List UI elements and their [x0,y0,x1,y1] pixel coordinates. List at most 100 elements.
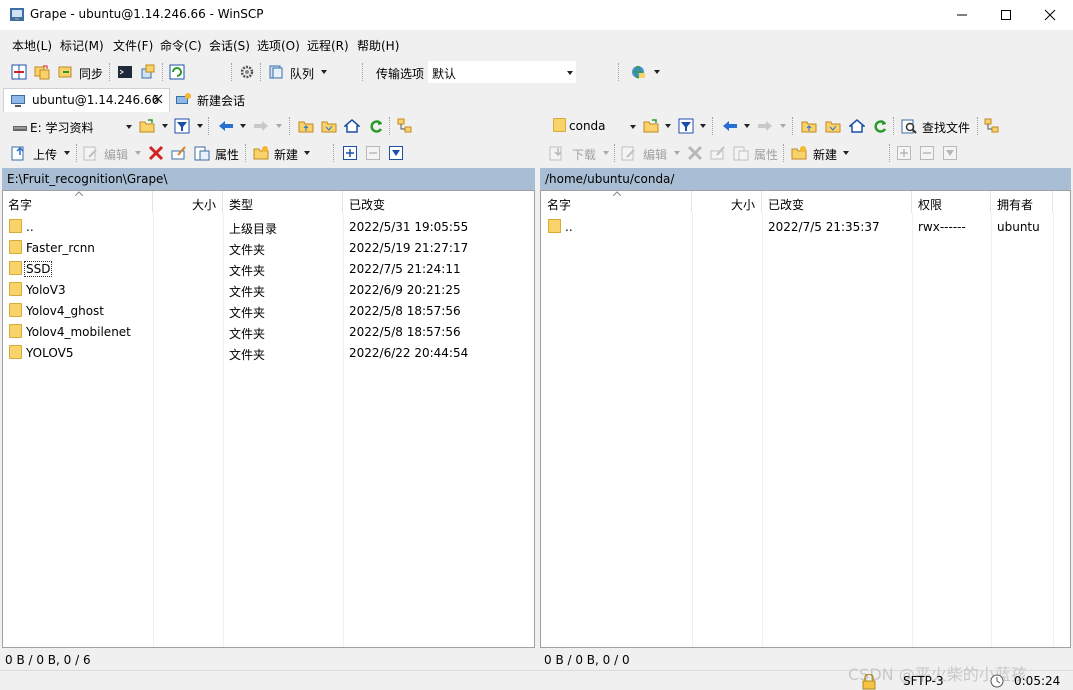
open-folder-caret[interactable] [162,124,168,128]
close-tab-icon[interactable] [153,94,163,104]
menu-local[interactable]: 本地(L) [12,37,52,54]
upload-icon[interactable] [11,145,27,161]
remote-col-changed[interactable]: 已改变 [762,191,912,213]
rename-icon[interactable] [171,145,187,161]
local-col-type[interactable]: 类型 [223,191,343,213]
local-file-toolbar: 上传 编辑 属性 新建 [0,140,536,166]
terminal-icon[interactable] [117,64,133,80]
back-arrow-icon[interactable] [722,118,738,134]
menu-mark[interactable]: 标记(M) [60,37,104,54]
remote-col-owner[interactable]: 拥有者 [991,191,1053,213]
file-type: 文件夹 [229,348,266,362]
file-name: Yolov4_ghost [26,304,105,318]
new-window-icon[interactable] [169,64,185,80]
table-row[interactable]: Yolov4_ghost 文件夹 2022/5/8 18:57:56 [3,300,534,321]
parent-directory-icon[interactable] [801,118,817,134]
find-files-label[interactable]: 查找文件 [922,119,970,136]
local-path-bar[interactable]: E:\Fruit_recognition\Grape\ [2,168,535,190]
open-folder-caret[interactable] [665,124,671,128]
root-directory-icon[interactable] [321,118,337,134]
tab-session-ubuntu[interactable]: ubuntu@1.14.246.66 [3,88,170,112]
back-caret[interactable] [744,124,750,128]
refresh-icon[interactable] [368,118,384,134]
synchronize-label[interactable]: 同步 [79,65,103,82]
local-col-changed[interactable]: 已改变 [343,191,534,213]
column-divider [1053,213,1054,647]
separator [260,63,262,81]
find-files-icon[interactable] [901,118,917,134]
remote-col-rights[interactable]: 权限 [912,191,991,213]
putty-icon[interactable] [140,64,156,80]
table-row[interactable]: Faster_rcnn 文件夹 2022/5/19 21:27:17 [3,237,534,258]
parent-directory-icon[interactable] [298,118,314,134]
winscp-app-icon [10,8,24,21]
remote-file-panel[interactable]: 名字 大小 已改变 权限 拥有者 .. 2022/7/5 21:35:37 rw… [540,190,1071,648]
properties-icon[interactable] [194,145,210,161]
close-button[interactable] [1027,0,1073,30]
home-icon[interactable] [344,118,360,134]
maximize-button[interactable] [983,0,1029,30]
network-dropdown-caret[interactable] [654,70,660,74]
preferences-gear-icon[interactable] [239,64,255,80]
open-folder-icon[interactable] [139,118,155,134]
filter-caret[interactable] [197,124,203,128]
table-row[interactable]: YoloV3 文件夹 2022/6/9 20:21:25 [3,279,534,300]
tab-new-session[interactable]: 新建会话 [170,88,255,112]
open-folder-icon[interactable] [643,118,659,134]
queue-dropdown-caret[interactable] [321,70,327,74]
new-label[interactable]: 新建 [813,146,837,163]
synchronize-icon[interactable] [58,64,74,80]
compare-directories-icon[interactable] [11,64,27,80]
local-file-panel[interactable]: 名字 大小 类型 已改变 .. 上级目录 2022/5/31 19:05:55 … [2,190,535,648]
back-caret[interactable] [240,124,246,128]
local-drive-select[interactable]: E: 学习资料 [8,115,134,137]
transfer-preset-select[interactable]: 默认 [428,61,576,83]
new-label[interactable]: 新建 [274,146,298,163]
refresh-icon[interactable] [872,118,888,134]
network-globe-icon[interactable] [630,64,646,80]
filter-select-icon[interactable] [388,145,404,161]
filter-icon[interactable] [678,118,694,134]
menu-bar: 本地(L) 标记(M) 文件(F) 命令(C) 会话(S) 选项(O) 远程(R… [0,30,1073,58]
local-col-size[interactable]: 大小 [153,191,223,213]
upload-caret[interactable] [64,151,70,155]
remote-path-bar[interactable]: /home/ubuntu/conda/ [540,168,1071,190]
local-col-name[interactable]: 名字 [3,191,153,213]
minimize-button[interactable] [939,0,985,30]
root-directory-icon[interactable] [825,118,841,134]
remote-folder-select[interactable]: conda [548,115,640,137]
menu-remote[interactable]: 远程(R) [307,37,349,54]
menu-commands[interactable]: 命令(C) [160,37,202,54]
new-caret[interactable] [843,151,849,155]
synchronize-browsing-icon[interactable] [34,64,50,80]
new-folder-icon[interactable] [253,145,269,161]
select-all-plus-icon[interactable] [342,145,358,161]
menu-options[interactable]: 选项(O) [257,37,300,54]
timer-icon [990,674,1004,688]
back-arrow-icon[interactable] [218,118,234,134]
filter-caret[interactable] [700,124,706,128]
delete-x-icon[interactable] [148,145,164,161]
menu-help[interactable]: 帮助(H) [357,37,399,54]
menu-file[interactable]: 文件(F) [113,37,153,54]
filter-icon[interactable] [174,118,190,134]
find-tree-icon[interactable] [397,118,413,134]
upload-label[interactable]: 上传 [33,146,57,163]
new-folder-icon[interactable] [791,145,807,161]
menu-session[interactable]: 会话(S) [209,37,250,54]
table-row[interactable]: YOLOV5 文件夹 2022/6/22 20:44:54 [3,342,534,363]
find-tree-icon[interactable] [984,118,1000,134]
home-icon[interactable] [849,118,865,134]
table-row[interactable]: SSD 文件夹 2022/7/5 21:24:11 [3,258,534,279]
table-row[interactable]: .. 上级目录 2022/5/31 19:05:55 [3,216,534,237]
file-type: 文件夹 [229,264,266,278]
queue-label[interactable]: 队列 [290,65,314,82]
remote-col-size[interactable]: 大小 [692,191,762,213]
properties-label[interactable]: 属性 [215,146,239,163]
column-divider [692,213,693,647]
remote-col-name[interactable]: 名字 [541,191,692,213]
new-caret[interactable] [304,151,310,155]
table-row[interactable]: Yolov4_mobilenet 文件夹 2022/5/8 18:57:56 [3,321,534,342]
queue-icon[interactable] [268,64,284,80]
table-row[interactable]: .. 2022/7/5 21:35:37 rwx------ ubuntu [541,216,1070,237]
